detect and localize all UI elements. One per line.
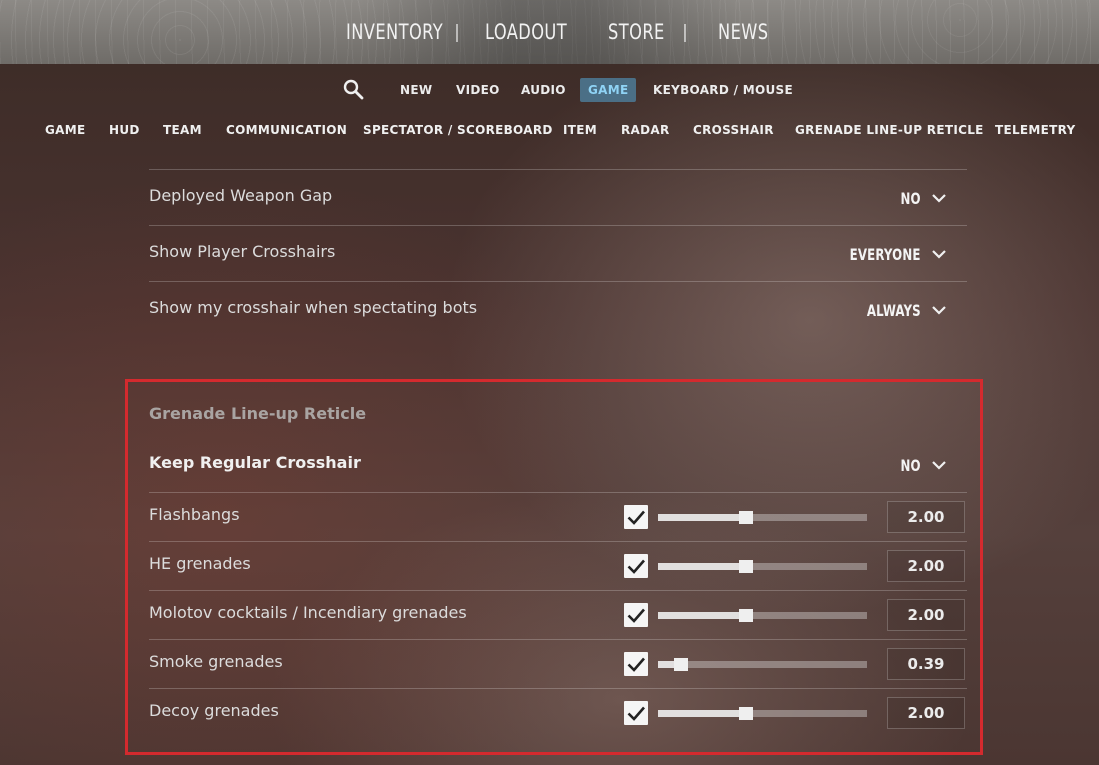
grenade-slider[interactable] [658,560,867,573]
grenade-value-input[interactable]: 2.00 [887,697,965,729]
dropdown-show-player-crosshairs[interactable]: EVERYONE [834,242,947,266]
search-icon[interactable] [342,78,366,102]
slider-thumb[interactable] [738,511,753,524]
row-divider [149,688,967,689]
row-divider [149,590,967,591]
checkmark-icon [627,657,645,672]
chevron-down-icon [932,306,946,315]
subnav-audio[interactable]: AUDIO [513,78,574,102]
subnav-new[interactable]: NEW [392,78,440,102]
setting-label: Show my crosshair when spectating bots [149,298,478,317]
tab-hud[interactable]: HUD [109,123,140,137]
grenade-value-input[interactable]: 0.39 [887,648,965,680]
setting-keep-regular-crosshair: Keep Regular Crosshair NO [149,453,967,477]
slider-fill [658,563,746,570]
dropdown-value: ALWAYS [867,300,921,320]
tab-item[interactable]: ITEM [563,123,597,137]
chevron-down-icon [932,461,946,470]
row-divider [149,169,967,170]
row-divider [149,541,967,542]
nav-separator [684,24,686,42]
tab-team[interactable]: TEAM [163,123,202,137]
nav-loadout[interactable]: LOADOUT [485,20,567,44]
slider-thumb[interactable] [738,609,753,622]
tab-grenade-line-up-reticle[interactable]: GRENADE LINE-UP RETICLE [795,123,984,137]
grenade-checkbox[interactable] [624,505,648,529]
subnav-game[interactable]: GAME [580,78,637,102]
dropdown-value: EVERYONE [849,244,921,264]
slider-thumb[interactable] [673,658,688,671]
grenade-slider[interactable] [658,707,867,720]
nav-store[interactable]: STORE [608,20,665,44]
grenade-checkbox[interactable] [624,652,648,676]
slider-fill [658,710,746,717]
dropdown-keep-regular-crosshair[interactable]: NO [896,453,947,477]
subnav-keyboard-mouse[interactable]: KEYBOARD / MOUSE [645,78,801,102]
setting-label: Keep Regular Crosshair [149,453,361,472]
tab-communication[interactable]: COMMUNICATION [226,123,347,137]
tab-crosshair[interactable]: CROSSHAIR [693,123,774,137]
subnav-video[interactable]: VIDEO [448,78,508,102]
row-divider [149,225,967,226]
row-divider [149,492,967,493]
grenade-value-input[interactable]: 2.00 [887,501,965,533]
checkmark-icon [627,559,645,574]
slider-thumb[interactable] [738,560,753,573]
checkmark-icon [627,706,645,721]
tab-telemetry[interactable]: TELEMETRY [995,123,1076,137]
dropdown-value: NO [900,188,921,208]
slider-fill [658,612,746,619]
chevron-down-icon [932,250,946,259]
checkmark-icon [627,608,645,623]
grenade-checkbox[interactable] [624,701,648,725]
setting-label: Deployed Weapon Gap [149,186,333,205]
dropdown-deployed-weapon-gap[interactable]: NO [896,186,947,210]
grenade-value-input[interactable]: 2.00 [887,550,965,582]
setting-deployed-weapon-gap: Deployed Weapon Gap NO [149,186,967,210]
grenade-checkbox[interactable] [624,603,648,627]
tab-radar[interactable]: RADAR [621,123,670,137]
grenade-slider[interactable] [658,658,867,671]
slider-thumb[interactable] [738,707,753,720]
grenade-value-input[interactable]: 2.00 [887,599,965,631]
setting-label: Show Player Crosshairs [149,242,336,261]
nav-news[interactable]: NEWS [718,20,769,44]
grenade-checkbox[interactable] [624,554,648,578]
chevron-down-icon [932,194,946,203]
slider-fill [658,514,746,521]
tab-game[interactable]: GAME [45,123,85,137]
dropdown-show-crosshair-spectating-bots[interactable]: ALWAYS [855,298,947,322]
row-divider [149,281,967,282]
nav-inventory[interactable]: INVENTORY [346,20,443,44]
section-title: Grenade Line-up Reticle [149,404,367,423]
nav-separator [456,24,458,42]
setting-show-player-crosshairs: Show Player Crosshairs EVERYONE [149,242,967,266]
row-divider [149,639,967,640]
grenade-slider[interactable] [658,609,867,622]
tab-spectator-scoreboard[interactable]: SPECTATOR / SCOREBOARD [363,123,553,137]
setting-show-crosshair-spectating-bots: Show my crosshair when spectating bots A… [149,298,967,322]
checkmark-icon [627,510,645,525]
dropdown-value: NO [900,455,921,475]
grenade-slider[interactable] [658,511,867,524]
